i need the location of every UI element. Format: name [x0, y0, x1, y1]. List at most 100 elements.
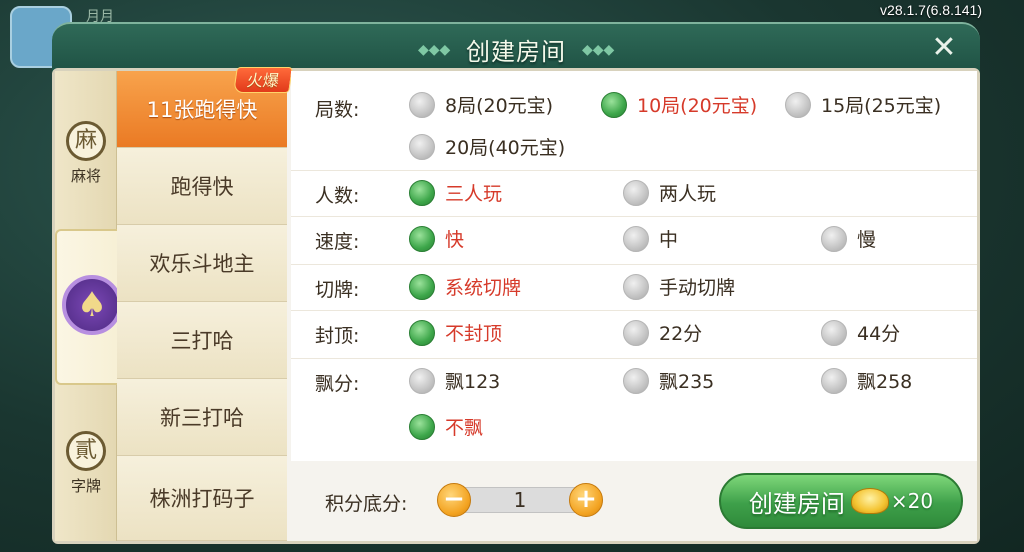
game-label: 跑得快: [170, 175, 234, 199]
spade-icon: ♠: [62, 275, 122, 335]
option-label: 8局(20元宝): [445, 95, 554, 117]
option-label: 飘123: [445, 371, 501, 393]
speed-option-slow[interactable]: 慢: [821, 225, 876, 252]
game-label: 11张跑得快: [146, 98, 258, 122]
radio-checked-icon: [409, 413, 435, 440]
dialog-panel: 麻 麻将 ♠ 貳 字牌 11张跑得快 火爆 跑得快 欢乐斗地主 三打哈 新三打哈…: [52, 67, 980, 544]
game-item-11-paodekuai[interactable]: 11张跑得快 火爆: [117, 67, 293, 148]
zipai-icon: 貳: [66, 431, 106, 471]
radio-checked-icon: [601, 91, 627, 118]
game-label: 株洲打码子: [149, 487, 255, 511]
option-label: 15局(25元宝): [821, 95, 942, 117]
rounds-option-8[interactable]: 8局(20元宝): [409, 91, 553, 118]
bottom-bar: 积分底分: 1 − + 创建房间 ×20: [291, 461, 977, 541]
radio-icon: [821, 367, 847, 394]
players-option-2[interactable]: 两人玩: [623, 179, 716, 206]
radio-icon: [821, 225, 847, 252]
create-cost: ×20: [890, 489, 934, 513]
rounds-option-10[interactable]: 10局(20元宝): [601, 91, 757, 118]
title-decoration-right: ◆◆◆: [582, 42, 615, 58]
game-item-xin-sandaha[interactable]: 新三打哈: [117, 379, 287, 456]
hot-badge: 火爆: [233, 67, 293, 93]
dialog-title: 创建房间: [466, 38, 566, 66]
float-option-none[interactable]: 不飘: [409, 413, 483, 440]
speed-row: 速度: 快 中 慢: [291, 217, 977, 265]
float-label: 飘分:: [315, 373, 360, 395]
option-label: 不飘: [445, 417, 484, 439]
option-label: 20局(40元宝): [445, 137, 566, 159]
option-label: 飘235: [659, 371, 715, 393]
base-score-stepper: 1 − +: [437, 483, 603, 517]
rounds-row: 局数: 8局(20元宝) 10局(20元宝) 15局(25元宝) 20局(40元…: [291, 71, 977, 171]
create-room-label: 创建房间: [748, 489, 845, 518]
float-row: 飘分: 飘123 飘235 飘258 不飘: [291, 359, 977, 461]
cap-option-44[interactable]: 44分: [821, 319, 900, 346]
option-label: 快: [445, 229, 465, 251]
radio-icon: [785, 91, 811, 118]
version-label: v28.1.7(6.8.141): [880, 2, 982, 18]
rounds-option-15[interactable]: 15局(25元宝): [785, 91, 941, 118]
category-label: 麻将: [70, 167, 101, 185]
category-zipai[interactable]: 貳 字牌: [55, 431, 117, 496]
option-label: 中: [659, 229, 679, 251]
radio-checked-icon: [409, 273, 435, 300]
game-item-doudizhu[interactable]: 欢乐斗地主: [117, 225, 287, 302]
rule-options: 局数: 8局(20元宝) 10局(20元宝) 15局(25元宝) 20局(40元…: [291, 71, 977, 461]
cap-label: 封顶:: [315, 325, 360, 347]
rounds-label: 局数:: [315, 99, 360, 121]
game-label: 新三打哈: [160, 406, 244, 430]
option-label: 飘258: [857, 371, 913, 393]
option-label: 22分: [659, 323, 703, 345]
plus-button[interactable]: +: [569, 483, 603, 517]
radio-icon: [623, 273, 649, 300]
option-label: 两人玩: [659, 183, 717, 205]
option-label: 不封顶: [445, 323, 503, 345]
radio-checked-icon: [409, 179, 435, 206]
game-list: 11张跑得快 火爆 跑得快 欢乐斗地主 三打哈 新三打哈 株洲打码子: [117, 67, 293, 541]
dialog-title-bar: ◆◆◆ 创建房间 ◆◆◆ ✕: [52, 22, 980, 72]
radio-icon: [623, 319, 649, 346]
radio-icon: [409, 91, 435, 118]
cap-row: 封顶: 不封顶 22分 44分: [291, 311, 977, 359]
players-row: 人数: 三人玩 两人玩: [291, 171, 977, 217]
radio-icon: [623, 179, 649, 206]
option-label: 慢: [857, 229, 877, 251]
option-label: 10局(20元宝): [637, 95, 758, 117]
game-item-paodekuai[interactable]: 跑得快: [117, 148, 287, 225]
category-sidebar: 麻 麻将 ♠ 貳 字牌: [55, 71, 127, 541]
game-label: 三打哈: [170, 329, 234, 353]
base-score-label: 积分底分:: [325, 493, 408, 515]
rounds-option-20[interactable]: 20局(40元宝): [409, 133, 565, 160]
speed-option-fast[interactable]: 快: [409, 225, 464, 252]
speed-label: 速度:: [315, 231, 360, 253]
create-room-dialog: ◆◆◆ 创建房间 ◆◆◆ ✕ 麻 麻将 ♠ 貳 字牌 11张跑得快 火爆 跑得快…: [52, 22, 980, 544]
category-mahjong[interactable]: 麻 麻将: [55, 121, 117, 186]
category-label: 字牌: [70, 477, 101, 495]
radio-checked-icon: [409, 319, 435, 346]
option-label: 44分: [857, 323, 901, 345]
float-option-258[interactable]: 飘258: [821, 367, 912, 394]
create-room-button[interactable]: 创建房间 ×20: [719, 473, 963, 529]
shuffle-option-manual[interactable]: 手动切牌: [623, 273, 735, 300]
minus-button[interactable]: −: [437, 483, 471, 517]
radio-icon: [623, 225, 649, 252]
speed-option-medium[interactable]: 中: [623, 225, 678, 252]
float-option-123[interactable]: 飘123: [409, 367, 500, 394]
shuffle-label: 切牌:: [315, 279, 360, 301]
radio-icon: [821, 319, 847, 346]
game-item-sandaha[interactable]: 三打哈: [117, 302, 287, 379]
radio-checked-icon: [409, 225, 435, 252]
shuffle-option-system[interactable]: 系统切牌: [409, 273, 521, 300]
float-option-235[interactable]: 飘235: [623, 367, 714, 394]
cap-option-none[interactable]: 不封顶: [409, 319, 502, 346]
radio-icon: [409, 133, 435, 160]
gold-ingot-icon: [850, 488, 889, 514]
game-item-zhuzhou-damazi[interactable]: 株洲打码子: [117, 456, 287, 541]
cap-option-22[interactable]: 22分: [623, 319, 702, 346]
game-label: 欢乐斗地主: [149, 252, 255, 276]
close-icon[interactable]: ✕: [926, 30, 962, 66]
radio-icon: [623, 367, 649, 394]
option-label: 系统切牌: [445, 277, 522, 299]
players-option-3[interactable]: 三人玩: [409, 179, 502, 206]
option-label: 手动切牌: [659, 277, 736, 299]
